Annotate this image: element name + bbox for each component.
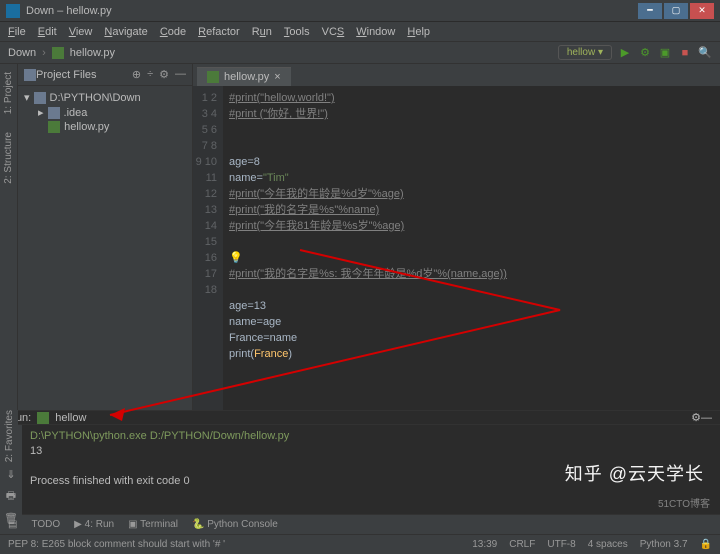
- target-icon[interactable]: ⊕: [132, 68, 141, 81]
- run-with-coverage-button[interactable]: ▣: [658, 46, 672, 60]
- titlebar: Down – hellow.py ━ ▢ ✕: [0, 0, 720, 22]
- events-icon[interactable]: ▤: [8, 519, 17, 530]
- code-editor[interactable]: 1 2 3 4 5 6 7 8 9 10 11 12 13 14 15 16 1…: [193, 86, 720, 410]
- watermark: 知乎 @云天学长: [565, 460, 704, 486]
- lock-icon[interactable]: 🔒: [700, 539, 712, 550]
- todo-tab[interactable]: TODO: [31, 519, 60, 530]
- window-title: Down – hellow.py: [26, 5, 638, 17]
- close-button[interactable]: ✕: [690, 3, 714, 19]
- hide-panel-icon[interactable]: —: [701, 412, 712, 424]
- menu-code[interactable]: Code: [160, 26, 186, 38]
- menu-window[interactable]: Window: [356, 26, 395, 38]
- console-line: 13: [30, 444, 712, 459]
- status-line-sep[interactable]: CRLF: [509, 539, 535, 550]
- hide-panel-icon[interactable]: —: [175, 68, 186, 81]
- menu-bar: File Edit View Navigate Code Refactor Ru…: [0, 22, 720, 42]
- run-panel-config[interactable]: hellow: [55, 412, 86, 424]
- maximize-button[interactable]: ▢: [664, 3, 688, 19]
- menu-run[interactable]: Run: [252, 26, 272, 38]
- status-message: PEP 8: E265 block comment should start w…: [8, 539, 472, 550]
- favorites-tool-tab[interactable]: 2: Favorites: [4, 410, 15, 462]
- tree-root[interactable]: ▾ D:\PYTHON\Down: [24, 90, 186, 105]
- nav-toolbar: Down › hellow.py hellow ▾ ▶ ⚙ ▣ ■ 🔍: [0, 42, 720, 64]
- run-config-dropdown[interactable]: hellow ▾: [558, 45, 612, 60]
- structure-tool-tab[interactable]: 2: Structure: [3, 132, 14, 184]
- python-console-tab[interactable]: 🐍 Python Console: [192, 519, 278, 530]
- project-tree: ▾ D:\PYTHON\Down ▸ .idea hellow.py: [18, 86, 192, 138]
- menu-tools[interactable]: Tools: [284, 26, 310, 38]
- app-icon: [6, 4, 20, 18]
- left-tool-strip: 1: Project 2: Structure: [0, 64, 18, 410]
- status-bar: PEP 8: E265 block comment should start w…: [0, 534, 720, 554]
- gear-icon[interactable]: ⚙: [691, 411, 701, 424]
- stop-button[interactable]: ■: [678, 46, 692, 60]
- folder-icon: [24, 69, 36, 81]
- status-indent[interactable]: 4 spaces: [588, 539, 628, 550]
- menu-file[interactable]: File: [8, 26, 26, 38]
- search-icon[interactable]: 🔍: [698, 46, 712, 60]
- editor-area: hellow.py × 1 2 3 4 5 6 7 8 9 10 11 12 1…: [193, 64, 720, 410]
- line-gutter: 1 2 3 4 5 6 7 8 9 10 11 12 13 14 15 16 1…: [193, 86, 223, 410]
- run-button[interactable]: ▶: [618, 46, 632, 60]
- intention-bulb-icon[interactable]: 💡: [229, 252, 243, 264]
- code-content[interactable]: #print("hellow,world!") #print ("你好, 世界!…: [223, 86, 720, 410]
- watermark-small: 51CTO博客: [658, 495, 710, 510]
- project-tool-tab[interactable]: 1: Project: [3, 72, 14, 114]
- menu-view[interactable]: View: [69, 26, 93, 38]
- menu-help[interactable]: Help: [407, 26, 430, 38]
- breadcrumb: Down › hellow.py: [8, 47, 558, 59]
- project-header[interactable]: Project Files: [36, 69, 132, 81]
- gear-icon[interactable]: ⚙: [159, 68, 169, 81]
- minimize-button[interactable]: ━: [638, 3, 662, 19]
- breadcrumb-root[interactable]: Down: [8, 47, 36, 59]
- python-file-icon: [52, 47, 64, 59]
- status-interpreter[interactable]: Python 3.7: [640, 539, 688, 550]
- status-encoding[interactable]: UTF-8: [547, 539, 575, 550]
- project-panel: Project Files ⊕ ÷ ⚙ — ▾ D:\PYTHON\Down ▸…: [18, 64, 193, 410]
- collapse-icon[interactable]: ÷: [147, 68, 153, 81]
- python-file-icon: [37, 412, 49, 424]
- status-caret[interactable]: 13:39: [472, 539, 497, 550]
- tree-folder-idea[interactable]: ▸ .idea: [24, 105, 186, 120]
- editor-tab-hellow[interactable]: hellow.py ×: [197, 67, 291, 86]
- debug-button[interactable]: ⚙: [638, 46, 652, 60]
- menu-edit[interactable]: Edit: [38, 26, 57, 38]
- python-file-icon: [207, 71, 219, 83]
- close-tab-icon[interactable]: ×: [274, 71, 280, 83]
- chevron-right-icon: ›: [42, 47, 46, 59]
- menu-refactor[interactable]: Refactor: [198, 26, 240, 38]
- tree-file-hellow[interactable]: hellow.py: [24, 120, 186, 134]
- menu-navigate[interactable]: Navigate: [104, 26, 147, 38]
- menu-vcs[interactable]: VCS: [322, 26, 345, 38]
- run-tab[interactable]: ▶ 4: Run: [74, 519, 114, 530]
- print-icon[interactable]: 🖶: [6, 487, 16, 506]
- terminal-tab[interactable]: ▣ Terminal: [128, 519, 178, 530]
- console-path: D:\PYTHON\python.exe D:/PYTHON/Down/hell…: [30, 429, 712, 444]
- breadcrumb-file[interactable]: hellow.py: [70, 47, 115, 59]
